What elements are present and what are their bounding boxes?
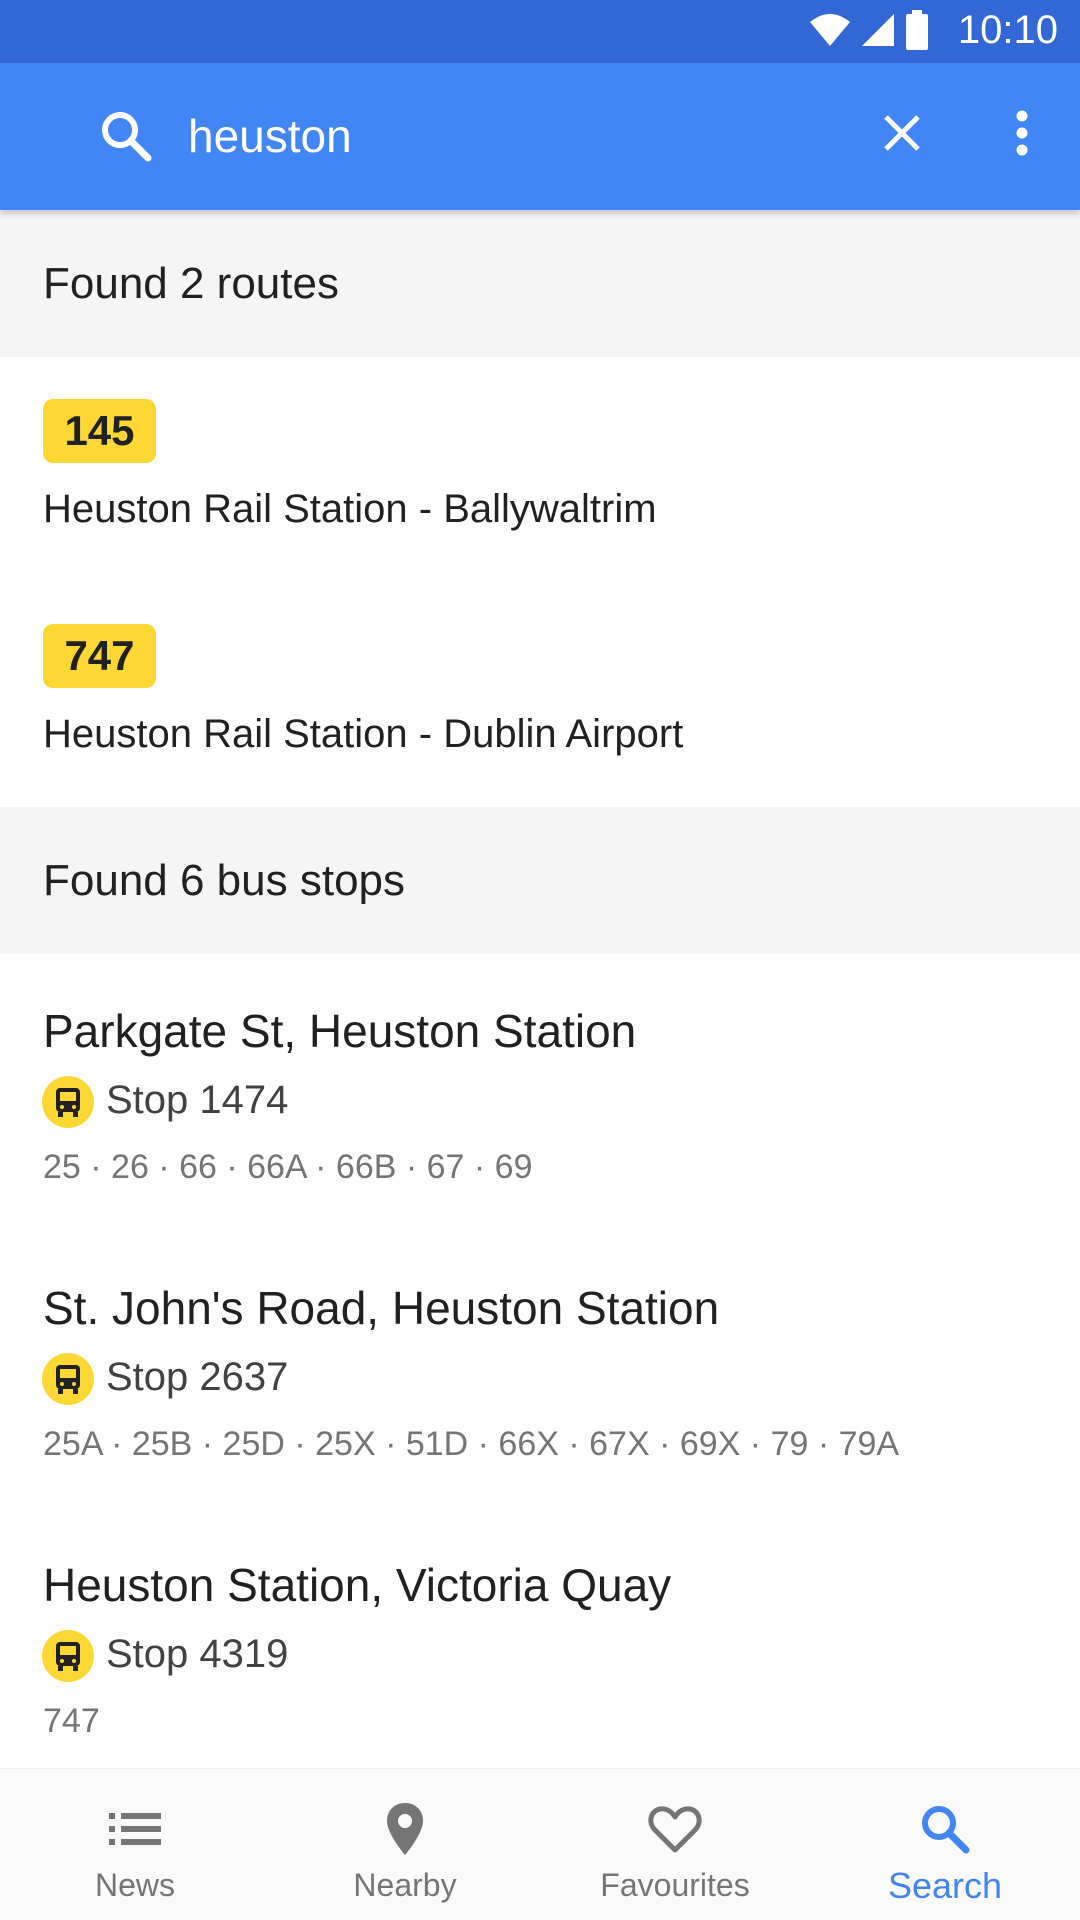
route-item[interactable]: 145 Heuston Rail Station - Ballywaltrim <box>0 357 1080 582</box>
route-description: Heuston Rail Station - Ballywaltrim <box>43 487 657 531</box>
route-number-badge: 145 <box>43 399 156 463</box>
list-icon <box>105 1799 165 1859</box>
bottom-navigation: News Nearby Favourites Search <box>0 1768 1080 1920</box>
stop-number: Stop 4319 <box>106 1632 289 1676</box>
search-icon <box>98 108 154 164</box>
nav-label: Favourites <box>600 1867 750 1903</box>
route-number-badge: 747 <box>43 624 156 688</box>
close-icon <box>881 112 923 159</box>
bus-icon <box>42 1076 94 1128</box>
stop-item[interactable]: Heuston Station, Victoria Quay Stop 4319… <box>0 1508 1080 1768</box>
status-time: 10:10 <box>957 8 1058 52</box>
status-bar: 10:10 <box>0 0 1080 63</box>
cell-signal-icon <box>860 12 896 53</box>
search-toolbar <box>0 63 1080 210</box>
stop-name: St. John's Road, Heuston Station <box>43 1282 720 1334</box>
stop-number: Stop 2637 <box>106 1355 289 1399</box>
route-item[interactable]: 747 Heuston Rail Station - Dublin Airpor… <box>0 582 1080 807</box>
nav-item-nearby[interactable]: Nearby <box>270 1769 540 1920</box>
battery-icon <box>904 9 930 55</box>
stop-item[interactable]: St. John's Road, Heuston Station Stop 26… <box>0 1231 1080 1508</box>
nav-item-news[interactable]: News <box>0 1769 270 1920</box>
nav-label: Nearby <box>353 1867 457 1903</box>
stop-name: Parkgate St, Heuston Station <box>43 1005 637 1057</box>
nav-label: Search <box>887 1865 1003 1906</box>
stops-section-header: Found 6 bus stops <box>0 807 1080 954</box>
wifi-icon <box>808 12 852 53</box>
stop-number: Stop 1474 <box>106 1078 289 1122</box>
bus-icon <box>42 1630 94 1682</box>
search-results[interactable]: Found 2 routes 145 Heuston Rail Station … <box>0 210 1080 1768</box>
nav-label: News <box>94 1867 175 1903</box>
search-input[interactable] <box>188 99 828 173</box>
location-pin-icon <box>375 1799 435 1859</box>
more-vert-icon <box>1015 110 1029 161</box>
search-icon <box>915 1799 975 1859</box>
routes-list: 145 Heuston Rail Station - Ballywaltrim … <box>0 357 1080 807</box>
stop-routes: 25A · 25B · 25D · 25X · 51D · 66X · 67X … <box>43 1425 900 1463</box>
bus-icon <box>42 1353 94 1405</box>
route-description: Heuston Rail Station - Dublin Airport <box>43 712 684 756</box>
routes-section-header: Found 2 routes <box>0 210 1080 357</box>
status-icons <box>808 9 930 55</box>
stop-name: Heuston Station, Victoria Quay <box>43 1559 672 1611</box>
stops-list: Parkgate St, Heuston Station Stop 1474 2… <box>0 954 1080 1768</box>
stop-routes: 747 <box>43 1702 100 1740</box>
clear-search-button[interactable] <box>870 103 934 167</box>
stop-item[interactable]: Parkgate St, Heuston Station Stop 1474 2… <box>0 954 1080 1231</box>
stop-routes: 25 · 26 · 66 · 66A · 66B · 67 · 69 <box>43 1148 533 1186</box>
nav-item-favourites[interactable]: Favourites <box>540 1769 810 1920</box>
nav-item-search[interactable]: Search <box>810 1769 1080 1920</box>
more-options-button[interactable] <box>990 103 1054 167</box>
heart-icon <box>645 1799 705 1859</box>
